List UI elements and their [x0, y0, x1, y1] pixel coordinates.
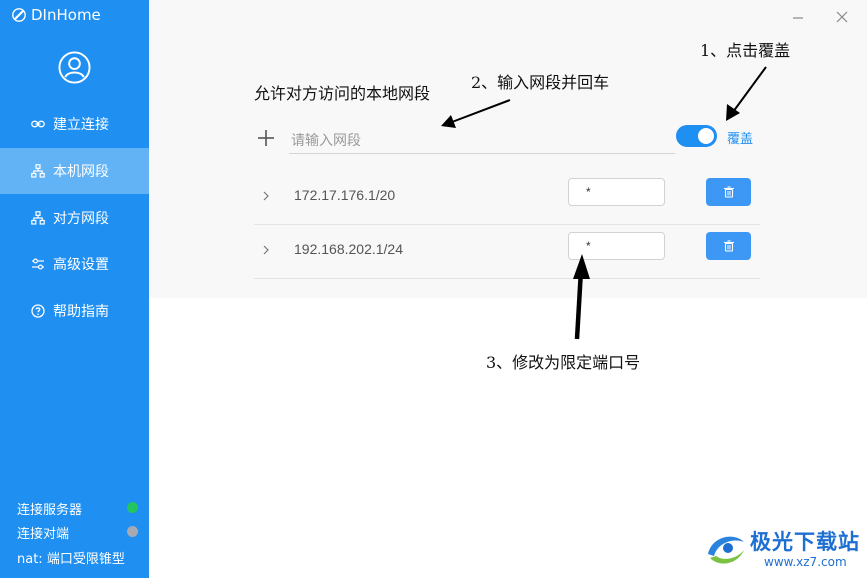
sidebar-item-label: 本机网段	[53, 164, 109, 180]
trash-icon	[723, 240, 734, 252]
sliders-icon	[32, 258, 44, 270]
override-toggle[interactable]	[676, 125, 717, 147]
sidebar-item-label: 帮助指南	[53, 304, 109, 320]
sidebar-item-label: 建立连接	[53, 117, 109, 133]
annotation-step-2: 2、输入网段并回车	[471, 73, 610, 92]
sidebar-item-peer-segment[interactable]: 对方网段	[0, 195, 149, 241]
server-status-label: 连接服务器	[17, 503, 83, 518]
sidebar-item-label: 对方网段	[53, 211, 109, 227]
link-icon	[31, 120, 45, 128]
trash-icon	[723, 186, 734, 198]
app-brand: DInHome	[12, 6, 101, 24]
override-label: 覆盖	[727, 132, 754, 147]
nat-type-label: nat: 端口受限锥型	[17, 552, 125, 567]
watermark: 极光下载站 www.xz7.com	[704, 524, 864, 574]
minimize-icon[interactable]	[791, 10, 805, 24]
peer-status-dot	[127, 526, 138, 537]
peer-status-label: 连接对端	[17, 527, 70, 542]
segment-address: 172.17.176.1/20	[294, 187, 396, 203]
sidebar: DInHome 建立连接 本机网段 对方网段 高级设置 帮助指南 连接服务器 连…	[0, 0, 149, 578]
nat-type-status: nat: 端口受限锥型	[17, 548, 125, 567]
avatar-icon[interactable]	[58, 51, 91, 84]
segment-address: 192.168.202.1/24	[294, 241, 403, 257]
chevron-right-icon[interactable]	[260, 189, 272, 203]
sidebar-item-connect[interactable]: 建立连接	[0, 101, 149, 147]
port-input[interactable]	[568, 232, 665, 260]
watermark-logo-icon	[708, 536, 744, 564]
app-title: DInHome	[31, 6, 101, 24]
port-input[interactable]	[568, 178, 665, 206]
page-title: 允许对方访问的本地网段	[254, 84, 431, 103]
sidebar-item-help[interactable]: 帮助指南	[0, 288, 149, 334]
peer-connection-status: 连接对端	[17, 523, 147, 542]
segment-row: 172.17.176.1/20	[254, 171, 760, 225]
segment-row: 192.168.202.1/24	[254, 225, 760, 279]
server-status-dot	[127, 502, 138, 513]
chevron-right-icon[interactable]	[260, 243, 272, 257]
sidebar-item-local-segment[interactable]: 本机网段	[0, 148, 149, 194]
sidebar-item-advanced-settings[interactable]: 高级设置	[0, 241, 149, 287]
segment-input[interactable]	[289, 126, 675, 154]
delete-button[interactable]	[706, 178, 751, 206]
add-segment-button[interactable]	[257, 129, 275, 147]
app-logo-icon	[12, 8, 26, 22]
network-icon	[31, 211, 45, 225]
server-connection-status: 连接服务器	[17, 499, 147, 518]
help-icon	[31, 304, 45, 318]
watermark-url: www.xz7.com	[764, 555, 847, 569]
close-icon[interactable]	[835, 10, 849, 24]
annotation-step-1: 1、点击覆盖	[700, 41, 791, 60]
annotation-step-3: 3、修改为限定端口号	[486, 353, 641, 372]
network-icon	[31, 164, 45, 178]
delete-button[interactable]	[706, 232, 751, 260]
watermark-title: 极光下载站	[750, 530, 860, 554]
sidebar-item-label: 高级设置	[53, 257, 109, 273]
override-toggle-knob	[698, 128, 714, 144]
